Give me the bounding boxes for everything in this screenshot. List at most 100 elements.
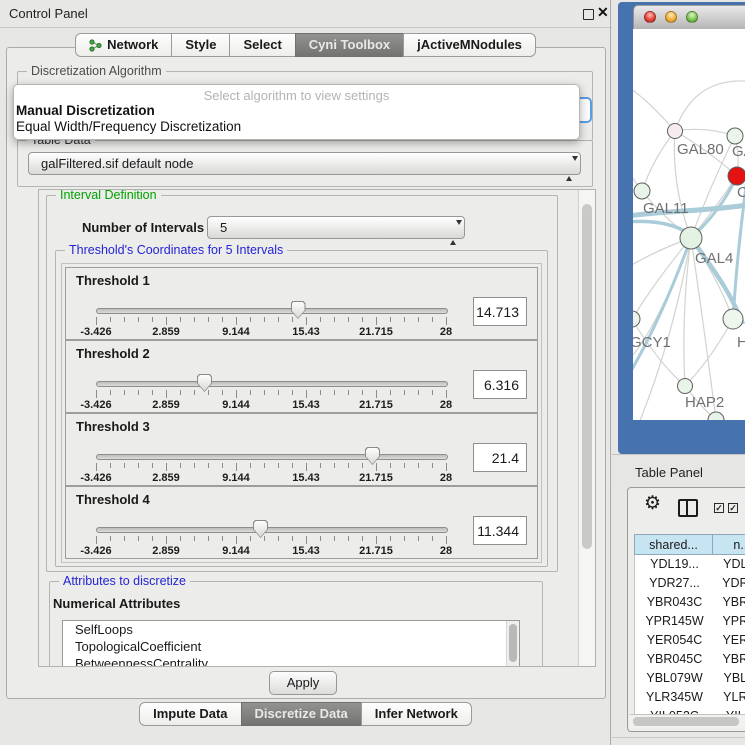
tick-mark [166,536,167,544]
network-node-gal11[interactable] [634,183,650,199]
list-item-selfloops[interactable]: SelfLoops [63,621,519,638]
tab-style[interactable]: Style [171,33,230,57]
list-scrollbar[interactable] [506,621,519,667]
slider-handle[interactable] [291,301,306,319]
close-icon[interactable]: ✕ [597,4,609,21]
tick-mark [180,390,181,395]
network-node-gal80[interactable] [668,124,683,139]
slider-handle[interactable] [365,447,380,465]
list-item-betweennesscentrality[interactable]: BetweennessCentrality [63,655,519,667]
network-node-node-bottom[interactable] [708,412,724,420]
network-edge[interactable] [684,238,691,386]
network-edge[interactable] [642,131,675,191]
table-cell: YBR045C [635,650,714,669]
slider-track[interactable] [96,527,448,533]
tick-mark [390,390,391,395]
tick-mark [390,463,391,468]
checkbox-icon[interactable]: ✓ [714,503,724,513]
slider-track[interactable] [96,454,448,460]
tick-mark [138,317,139,322]
tab-select[interactable]: Select [229,33,295,57]
settings-scrollbar[interactable] [578,190,596,666]
slider-track[interactable] [96,381,448,387]
slider-handle[interactable] [253,520,268,538]
table-row[interactable]: YPR145WYPR1... [635,612,745,631]
threshold-value-input[interactable]: 11.344 [473,516,527,545]
tab-jactivemnodules[interactable]: jActiveMNodules [403,33,536,57]
algorithm-option-manual-discretization[interactable]: Manual Discretization [16,103,570,118]
threshold-slider[interactable]: -3.4262.8599.14415.4321.71528 [66,414,537,485]
table-data-value: galFiltered.sif default node [41,156,193,171]
table-scrollbar-thumb[interactable] [633,717,739,726]
network-node-node-top-right[interactable] [727,128,743,144]
table-row[interactable]: YDR27...YDR2... [635,574,745,593]
float-window-icon[interactable] [583,9,594,20]
tab-label: Style [185,34,216,56]
column-header[interactable]: n... [712,534,745,555]
settings-scrollbar-thumb[interactable] [582,204,592,549]
panel-divider[interactable] [610,0,611,745]
table-row[interactable]: YBR045CYBR0... [635,650,745,669]
tab-impute-data[interactable]: Impute Data [139,702,241,726]
table-panel: ⚙ ✓ ✓ shared...n... YDL19...YDL1...YDR27… [627,487,745,732]
threshold-value-input[interactable]: 6.316 [473,370,527,399]
table-row[interactable]: YER054CYER0... [635,631,745,650]
tab-cyni-toolbox[interactable]: Cyni Toolbox [295,33,404,57]
network-edge[interactable] [633,238,691,376]
checkbox-icon[interactable]: ✓ [728,503,738,513]
thresholds-stack: Threshold 1-3.4262.8599.14415.4321.71528… [61,263,542,563]
bottom-divider [612,737,745,738]
network-edge[interactable] [685,319,733,386]
table-row[interactable]: YBL079WYBL0... [635,669,745,688]
table-row[interactable]: YDL19...YDL1... [635,555,745,574]
column-header[interactable]: shared... [634,534,713,555]
apply-button[interactable]: Apply [269,671,337,695]
threshold-slider[interactable]: -3.4262.8599.14415.4321.71528 [66,268,537,339]
network-canvas[interactable]: GAL80GACGAL11GAL4GCY1HHAP2 [633,29,745,420]
tick-mark [110,317,111,322]
threshold-slider[interactable]: -3.4262.8599.14415.4321.71528 [66,487,537,558]
list-item-topologicalcoefficient[interactable]: TopologicalCoefficient [63,638,519,655]
number-of-intervals-select[interactable]: 5 [207,216,465,239]
network-window-titlebar[interactable] [633,5,745,30]
network-edge[interactable] [675,81,745,131]
threshold-slider[interactable]: -3.4262.8599.14415.4321.71528 [66,341,537,412]
control-panel-titlebar: Control Panel ✕ [0,0,612,28]
network-edge[interactable] [675,129,735,136]
tab-network[interactable]: Network [75,33,172,57]
table-horizontal-scrollbar[interactable] [630,714,745,728]
tick-mark [390,317,391,322]
close-traffic-light-icon[interactable] [644,11,656,23]
threshold-value-input[interactable]: 21.4 [473,443,527,472]
slider-handle[interactable] [197,374,212,392]
table-row[interactable]: YLR345WYLR3... [635,688,745,707]
node-label: H [737,334,745,351]
tick-label: 2.859 [152,326,180,338]
attributes-list[interactable]: SelfLoopsTopologicalCoefficientBetweenne… [62,620,520,667]
network-node-gal4[interactable] [680,227,702,249]
algorithm-option-equal-width-frequency-discretization[interactable]: Equal Width/Frequency Discretization [16,119,570,134]
table-data-select[interactable]: galFiltered.sif default node [28,152,581,175]
minimize-traffic-light-icon[interactable] [665,11,677,23]
tick-mark [96,463,97,471]
tab-infer-network[interactable]: Infer Network [361,702,472,726]
network-node-red-node[interactable] [728,167,745,185]
tick-mark [180,317,181,322]
slider-track[interactable] [96,308,448,314]
network-node-gcy1[interactable] [633,311,640,327]
network-node-hap2[interactable] [678,379,693,394]
list-scrollbar-thumb[interactable] [509,624,517,662]
table-row[interactable]: YIL052CYIL0... [635,707,745,714]
threshold-panel: Threshold 4-3.4262.8599.14415.4321.71528… [65,486,538,559]
tab-discretize-data[interactable]: Discretize Data [241,702,362,726]
zoom-traffic-light-icon[interactable] [686,11,698,23]
table-row[interactable]: YBR043CYBR0... [635,593,745,612]
network-node-h-node[interactable] [723,309,743,329]
tick-label: 28 [440,545,452,557]
threshold-value-input[interactable]: 14.713 [473,297,527,326]
tick-mark [138,536,139,541]
gear-icon[interactable]: ⚙ [644,494,661,514]
network-edge[interactable] [633,87,675,131]
tick-mark [404,463,405,468]
split-columns-icon[interactable] [678,499,698,517]
